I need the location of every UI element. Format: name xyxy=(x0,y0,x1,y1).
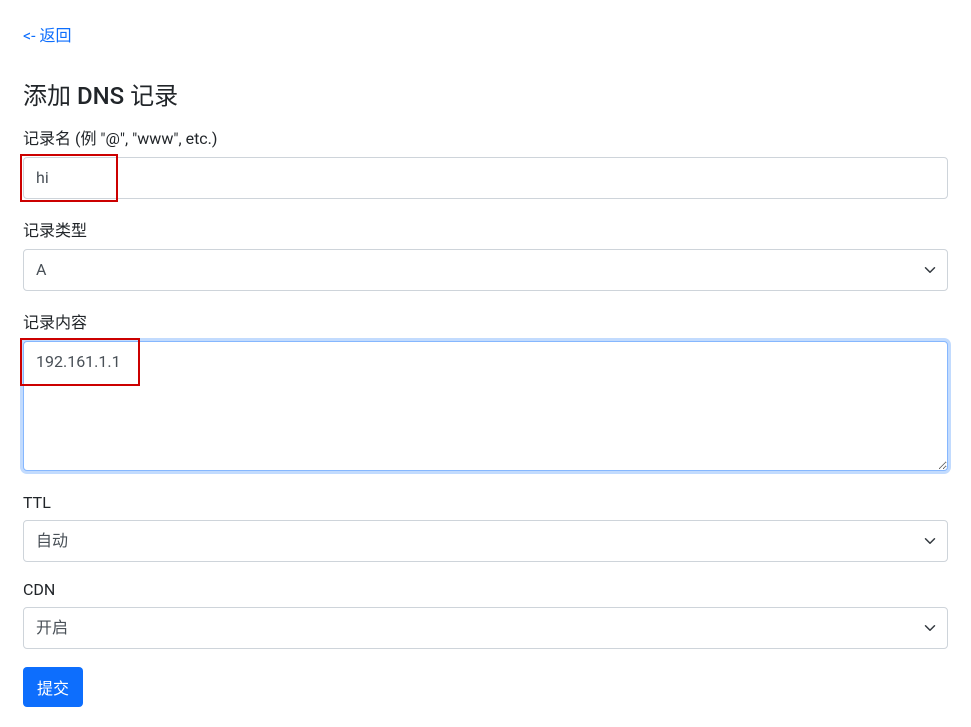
record-content-label: 记录内容 xyxy=(23,309,948,333)
record-type-label: 记录类型 xyxy=(23,217,948,241)
record-content-textarea[interactable]: 192.161.1.1 xyxy=(23,341,948,471)
cdn-label: CDN xyxy=(23,580,948,599)
record-type-select[interactable]: A xyxy=(23,249,948,291)
back-link[interactable]: <- 返回 xyxy=(23,22,72,46)
ttl-label: TTL xyxy=(23,493,948,512)
cdn-select[interactable]: 开启 xyxy=(23,607,948,649)
page-title: 添加 DNS 记录 xyxy=(23,76,948,111)
record-name-input[interactable] xyxy=(23,157,948,199)
ttl-select[interactable]: 自动 xyxy=(23,520,948,562)
submit-button[interactable]: 提交 xyxy=(23,667,83,707)
record-name-label: 记录名 (例 "@", "www", etc.) xyxy=(23,125,948,149)
